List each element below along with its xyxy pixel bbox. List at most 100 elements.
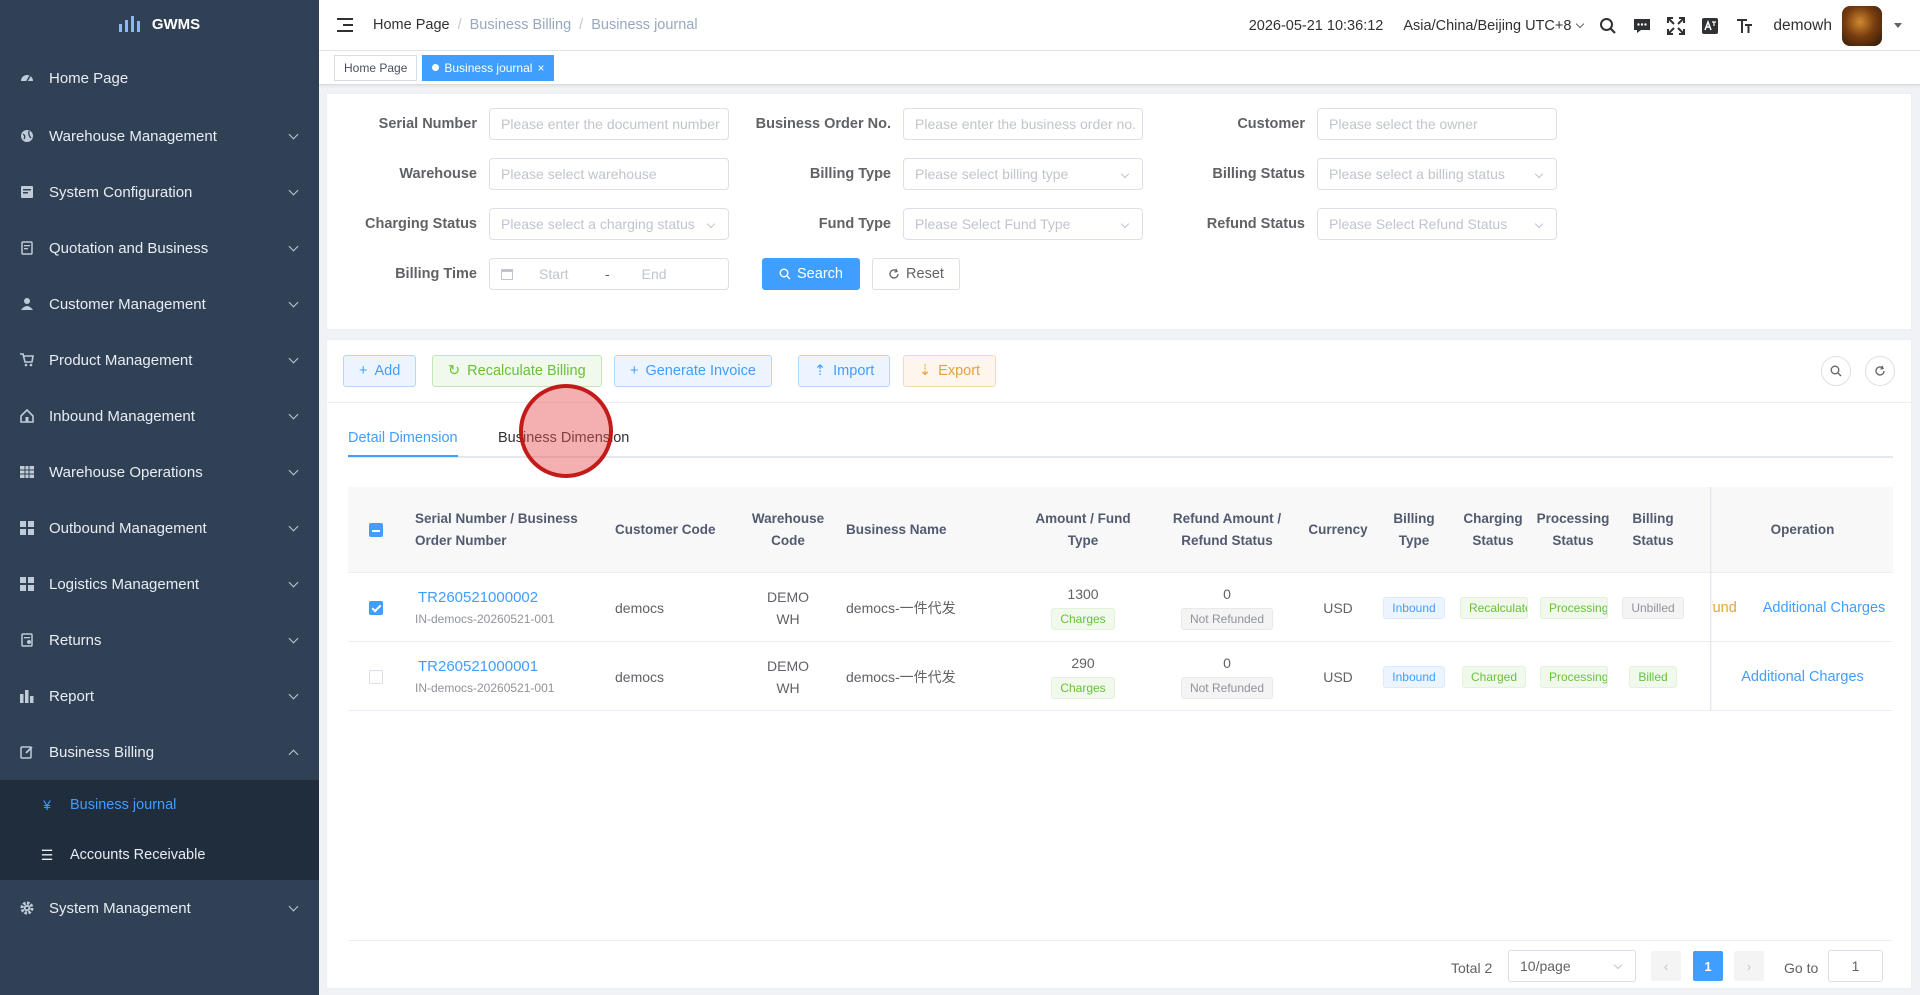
close-icon[interactable]: ×	[537, 61, 544, 75]
timezone-select[interactable]: Asia/China/Beijing UTC+8	[1403, 18, 1585, 34]
billing-status-label: Billing Status	[1212, 166, 1305, 182]
refund-link[interactable]: Refund	[1712, 600, 1737, 616]
row-checkbox[interactable]	[369, 600, 383, 615]
charging-status-cell: Charged	[1460, 642, 1528, 711]
sidebar-item-outbound-management[interactable]: Outbound Management	[0, 500, 319, 556]
edit-icon	[20, 745, 34, 759]
search-icon[interactable]	[1597, 15, 1619, 37]
recalculate-billing-button[interactable]: ↻ Recalculate Billing	[432, 355, 602, 387]
billing-type-select[interactable]: Please select billing type	[903, 158, 1143, 190]
goto-page-input[interactable]: 1	[1828, 950, 1883, 982]
toggle-search-button[interactable]	[1821, 356, 1851, 386]
warehouse-placeholder: Please select warehouse	[501, 166, 657, 182]
chevron-left-icon: ‹	[1663, 958, 1669, 974]
chart-icon	[20, 689, 34, 703]
sidebar-item-quotation[interactable]: Quotation and Business	[0, 220, 319, 276]
charging-status-cell: Recalculate	[1460, 573, 1528, 642]
translate-icon[interactable]	[1699, 15, 1721, 37]
tab-detail-dimension[interactable]: Detail Dimension	[348, 430, 458, 446]
export-button-label: Export	[938, 363, 981, 379]
business-order-number: IN-democs-20260521-001	[415, 612, 555, 626]
caret-down-icon[interactable]	[1894, 23, 1902, 28]
table-row[interactable]: TR260521000001 IN-democs-20260521-001 de…	[348, 642, 1893, 711]
yen-icon: ¥	[43, 797, 51, 813]
add-button-label: Add	[374, 363, 401, 379]
warehouse-select[interactable]: Please select warehouse	[489, 158, 729, 190]
amount-value: 290	[1071, 654, 1095, 671]
sidebar-item-warehouse-management[interactable]: Warehouse Management	[0, 108, 319, 164]
chevron-right-icon: ›	[1746, 958, 1752, 974]
column-header: Billing Status	[1632, 511, 1674, 548]
message-icon[interactable]	[1631, 15, 1653, 37]
sidebar-item-label: Report	[49, 687, 95, 705]
prev-page-button[interactable]: ‹	[1651, 951, 1681, 981]
additional-charges-link[interactable]: Additional Charges	[1741, 669, 1864, 685]
user-icon	[20, 297, 34, 311]
sidebar-item-label: Quotation and Business	[49, 239, 209, 257]
sidebar-item-business-billing[interactable]: Business Billing	[0, 724, 319, 780]
sidebar-item-customer-management[interactable]: Customer Management	[0, 276, 319, 332]
serial-number-link[interactable]: TR260521000001	[418, 658, 538, 675]
import-button[interactable]: ⇡ Import	[798, 355, 891, 387]
sidebar-item-business-journal[interactable]: ¥ Business journal	[0, 780, 319, 830]
column-header: Amount / Fund Type	[1035, 511, 1131, 548]
sidebar-item-logistics-management[interactable]: Logistics Management	[0, 556, 319, 612]
calendar-icon	[501, 268, 513, 280]
sidebar-item-returns[interactable]: Returns	[0, 612, 319, 668]
refresh-button[interactable]	[1865, 356, 1895, 386]
generate-invoice-button[interactable]: + Generate Invoice	[614, 355, 772, 387]
billing-status-select[interactable]: Please select a billing status	[1317, 158, 1557, 190]
sidebar-item-report[interactable]: Report	[0, 668, 319, 724]
sidebar-item-warehouse-operations[interactable]: Warehouse Operations	[0, 444, 319, 500]
refresh-icon: ↻	[448, 363, 461, 379]
business-name: democs-一件代发	[846, 668, 956, 685]
font-size-icon[interactable]	[1733, 15, 1755, 37]
customer-select[interactable]: Please select the owner	[1317, 108, 1557, 140]
search-button[interactable]: Search	[762, 258, 860, 290]
sidebar-item-system-configuration[interactable]: System Configuration	[0, 164, 319, 220]
tag-business-journal[interactable]: Business journal ×	[422, 54, 555, 81]
business-order-no-input[interactable]: Please enter the business order no.	[903, 108, 1143, 140]
business-order-number: IN-democs-20260521-001	[415, 681, 555, 695]
hamburger-icon[interactable]	[337, 18, 353, 32]
username[interactable]: demowh	[1773, 17, 1832, 35]
sidebar-item-inbound-management[interactable]: Inbound Management	[0, 388, 319, 444]
chevron-up-icon	[288, 749, 299, 759]
column-header: Currency	[1308, 522, 1368, 537]
chevron-down-icon	[288, 465, 299, 475]
sidebar-item-product-management[interactable]: Product Management	[0, 332, 319, 388]
sidebar-item-home[interactable]: Home Page	[0, 48, 319, 108]
next-page-button[interactable]: ›	[1734, 951, 1764, 981]
logo: GWMS	[0, 0, 319, 48]
serial-number-input[interactable]: Please enter the document number	[489, 108, 729, 140]
table-row[interactable]: TR260521000002 IN-democs-20260521-001 de…	[348, 573, 1893, 642]
processing-status-badge: Processing	[1540, 665, 1608, 688]
chevron-down-icon	[288, 353, 299, 363]
fund-type-select[interactable]: Please Select Fund Type	[903, 208, 1143, 240]
customer-code-cell: democs	[615, 573, 735, 642]
sidebar-item-label: Warehouse Management	[49, 127, 217, 145]
sidebar-item-system-management[interactable]: System Management	[0, 880, 319, 936]
select-all-checkbox[interactable]	[369, 523, 383, 537]
additional-charges-link[interactable]: Additional Charges	[1763, 600, 1886, 616]
billing-status-cell: Billed	[1620, 642, 1686, 711]
home-icon	[20, 409, 34, 423]
currency-cell: USD	[1308, 642, 1368, 711]
row-checkbox[interactable]	[369, 669, 383, 684]
sidebar-item-accounts-receivable[interactable]: ☰ Accounts Receivable	[0, 830, 319, 880]
serial-number-link[interactable]: TR260521000002	[418, 589, 538, 606]
page-number-button[interactable]: 1	[1693, 951, 1723, 981]
reset-button[interactable]: Reset	[872, 258, 960, 290]
charging-status-select[interactable]: Please select a charging status	[489, 208, 729, 240]
breadcrumb-item[interactable]: Home Page	[373, 17, 450, 33]
refund-status-select[interactable]: Please Select Refund Status	[1317, 208, 1557, 240]
add-button[interactable]: + Add	[343, 355, 417, 387]
billing-time-range[interactable]: Start - End	[489, 258, 729, 290]
tag-home-page[interactable]: Home Page	[334, 54, 418, 81]
export-button[interactable]: ⇣ Export	[903, 355, 997, 387]
billing-type-cell: Inbound	[1381, 642, 1447, 711]
page-size-select[interactable]: 10/page	[1508, 950, 1636, 982]
charging-status-placeholder: Please select a charging status	[501, 216, 695, 232]
avatar[interactable]	[1842, 5, 1882, 46]
fullscreen-icon[interactable]	[1665, 15, 1687, 37]
